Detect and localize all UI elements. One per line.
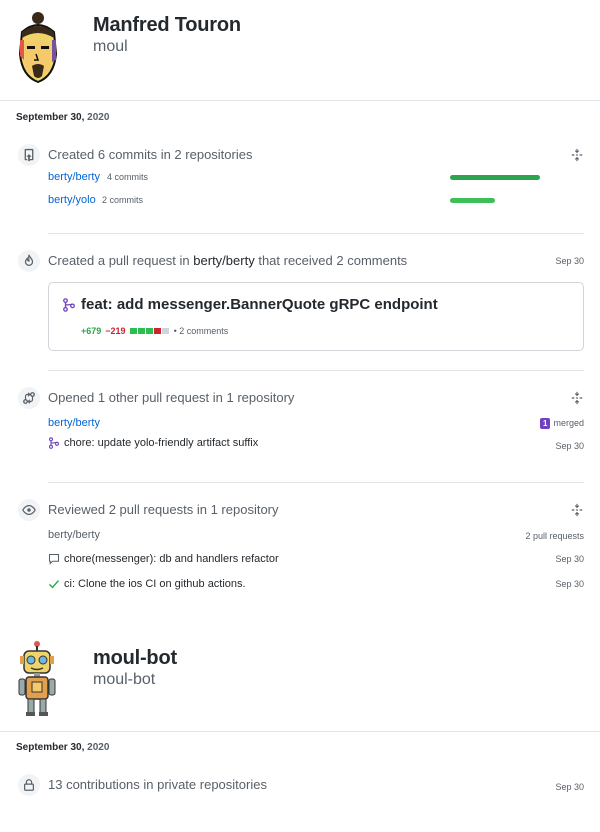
event-date: Sep 30: [555, 256, 584, 266]
profile-name[interactable]: moul-bot: [93, 647, 177, 670]
reviewed-count: 2 pull requests: [525, 531, 584, 541]
profile-login: moul-bot: [93, 671, 156, 688]
divider: [48, 233, 584, 234]
reviewed-pr-item[interactable]: chore(messenger): db and handlers refact…: [48, 553, 279, 565]
pull-request-icon: [48, 437, 60, 449]
avatar-moul-bot[interactable]: [14, 640, 60, 718]
fold-icon[interactable]: [570, 503, 584, 517]
opened-pr-item[interactable]: chore: update yolo-friendly artifact suf…: [48, 437, 258, 449]
reviewed-pr-title[interactable]: ci: Clone the ios CI on github actions.: [64, 578, 246, 590]
commit-repo-link-berty[interactable]: berty/berty: [48, 171, 100, 183]
opened-pr-title[interactable]: chore: update yolo-friendly artifact suf…: [64, 437, 258, 449]
divider: [48, 482, 584, 483]
timeline-date-day: September 30,: [16, 112, 85, 123]
merged-label: merged: [553, 418, 584, 428]
profile-name[interactable]: Manfred Touron: [93, 14, 241, 37]
event-date: Sep 30: [555, 579, 584, 589]
private-contributions-title: 13 contributions in private repositories: [48, 777, 267, 792]
event-date: Sep 30: [555, 441, 584, 451]
reviewed-pr-item[interactable]: ci: Clone the ios CI on github actions.: [48, 578, 246, 590]
fold-icon[interactable]: [570, 148, 584, 162]
fold-icon[interactable]: [570, 391, 584, 405]
merged-count: 1: [540, 418, 551, 429]
divider: [0, 100, 600, 101]
commit-bar: [450, 175, 540, 180]
pull-request-card[interactable]: feat: add messenger.BannerQuote gRPC end…: [48, 282, 584, 351]
divider: [48, 370, 584, 371]
compare-icon: [18, 387, 40, 409]
pr-additions: +679: [81, 326, 102, 336]
pr-stats: +679 −219 • 2 comments: [81, 326, 228, 336]
lock-icon: [18, 774, 40, 796]
pr-event-repo-link[interactable]: berty/berty: [193, 253, 254, 268]
commits-event-title: Created 6 commits in 2 repositories: [48, 147, 253, 162]
check-icon: [49, 580, 60, 589]
avatar-manfred[interactable]: [10, 10, 66, 88]
diffstat-bar: [129, 328, 170, 334]
event-date: Sep 30: [555, 782, 584, 792]
comment-icon: [48, 553, 60, 565]
pr-event-suffix: that received 2 comments: [258, 253, 408, 268]
reviewed-event-title: Reviewed 2 pull requests in 1 repository: [48, 502, 279, 517]
pr-comments: • 2 comments: [173, 326, 229, 336]
commit-count[interactable]: 4 commits: [107, 172, 148, 182]
timeline-date-year: 2020: [87, 112, 110, 123]
eye-icon: [18, 499, 40, 521]
divider: [0, 731, 600, 732]
timeline-date: September 30, 2020: [16, 112, 109, 123]
opened-repo-link[interactable]: berty/berty: [48, 417, 100, 429]
repo-push-icon: [18, 144, 40, 166]
pr-event-prefix: Created a pull request in: [48, 253, 190, 268]
timeline-date: September 30, 2020: [16, 742, 109, 753]
timeline-date-year: 2020: [87, 742, 110, 753]
merged-badge: 1 merged: [540, 418, 584, 429]
commit-repo-link-yolo[interactable]: berty/yolo: [48, 194, 96, 206]
pull-request-icon: [62, 298, 76, 312]
reviewed-pr-title[interactable]: chore(messenger): db and handlers refact…: [64, 553, 279, 565]
commit-bar: [450, 198, 495, 203]
profile-login: moul: [93, 38, 128, 55]
pr-event-title: Created a pull request in berty/berty th…: [48, 253, 407, 268]
timeline-date-day: September 30,: [16, 742, 85, 753]
flame-icon: [18, 250, 40, 272]
pull-request-title-link[interactable]: feat: add messenger.BannerQuote gRPC end…: [81, 296, 438, 313]
pr-deletions: −219: [105, 326, 126, 336]
commit-count[interactable]: 2 commits: [102, 195, 143, 205]
reviewed-repo-link[interactable]: berty/berty: [48, 529, 100, 541]
event-date: Sep 30: [555, 554, 584, 564]
opened-event-title: Opened 1 other pull request in 1 reposit…: [48, 390, 295, 405]
